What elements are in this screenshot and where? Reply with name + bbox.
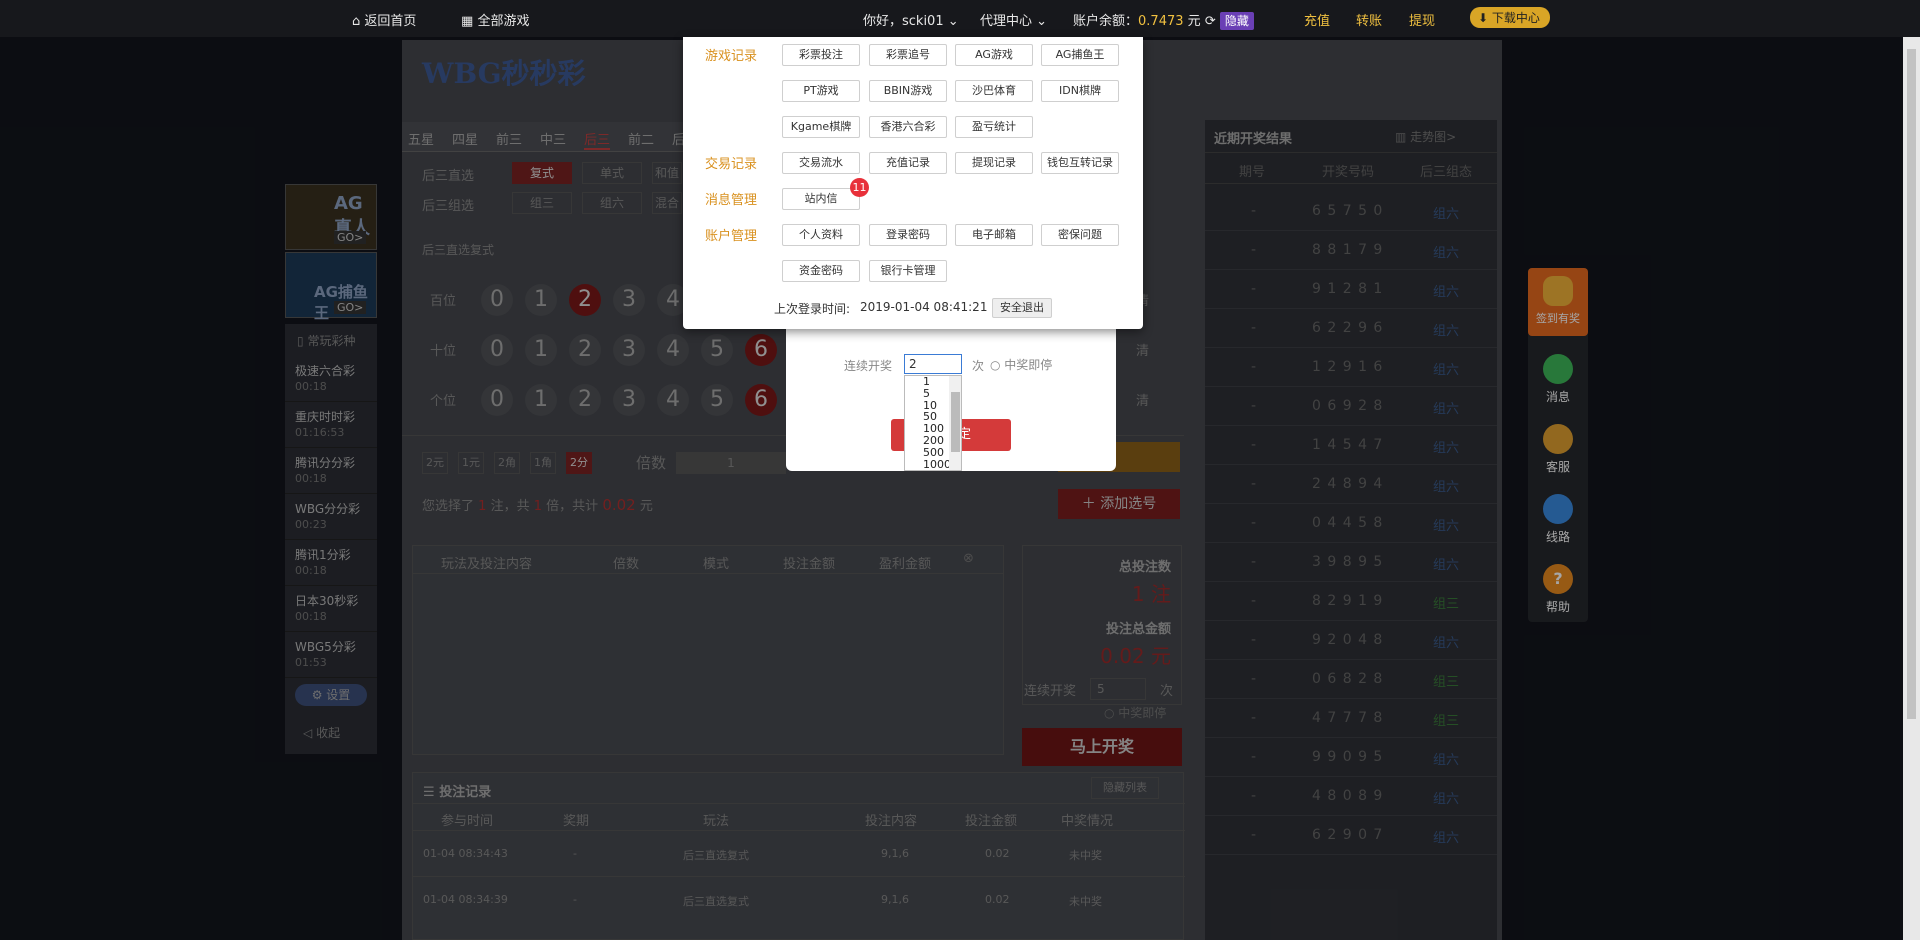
menu-item[interactable]: 密保问题 (1041, 224, 1119, 246)
unread-badge: 11 (850, 178, 869, 197)
user-menu[interactable]: 你好，scki01 ⌄ (863, 10, 959, 29)
menu-item[interactable]: AG游戏 (955, 44, 1033, 66)
refresh-icon[interactable]: ⟳ (1205, 14, 1216, 29)
user-dropdown-menu: 游戏记录 交易记录 消息管理 账户管理 彩票投注 彩票追号 AG游戏 AG捕鱼王 PT游… (683, 37, 1143, 329)
download-center-button[interactable]: ⬇ 下载中心 (1470, 7, 1550, 28)
all-games-link[interactable]: ▦ 全部游戏 (461, 10, 529, 29)
cont-options-list[interactable]: 1 5 10 50 100 200 500 1000 (904, 375, 962, 471)
withdraw-link[interactable]: 提现 (1409, 10, 1435, 29)
chevron-down-icon: ⌄ (947, 14, 959, 29)
cont-count-input[interactable]: 2 (904, 354, 962, 374)
account-mgmt-label: 账户管理 (705, 229, 758, 244)
chevron-down-icon: ⌄ (1036, 14, 1048, 29)
menu-item[interactable]: IDN棋牌 (1041, 80, 1119, 102)
scrollbar-thumb[interactable] (1907, 49, 1916, 719)
download-icon: ⬇ (1478, 11, 1489, 25)
game-records-label: 游戏记录 (705, 49, 758, 64)
recharge-link[interactable]: 充值 (1304, 10, 1330, 29)
logout-button[interactable]: 安全退出 (992, 298, 1052, 318)
menu-item[interactable]: 个人资料 (782, 224, 860, 246)
menu-item[interactable]: 电子邮箱 (955, 224, 1033, 246)
menu-item[interactable]: BBIN游戏 (869, 80, 947, 102)
menu-item[interactable]: 登录密码 (869, 224, 947, 246)
grid-icon: ▦ (461, 14, 474, 29)
menu-item[interactable]: 银行卡管理 (869, 260, 947, 282)
menu-item[interactable]: 沙巴体育 (955, 80, 1033, 102)
modal-unit: 次 (972, 359, 985, 373)
top-bar: ⌂ 返回首页 ▦ 全部游戏 你好，scki01 ⌄ 代理中心 ⌄ 账户余额：0.… (0, 0, 1920, 37)
modal-cont-label: 连续开奖 (844, 359, 893, 373)
hide-balance-button[interactable]: 隐藏 (1219, 12, 1254, 30)
list-scrollbar[interactable] (949, 376, 961, 470)
menu-item[interactable]: 彩票追号 (869, 44, 947, 66)
message-mgmt-label: 消息管理 (705, 193, 758, 208)
home-icon: ⌂ (352, 14, 361, 29)
balance: 账户余额：0.7473 元 ⟳ 隐藏 (1073, 10, 1254, 30)
menu-item[interactable]: 站内信 (782, 188, 860, 210)
menu-item[interactable]: PT游戏 (782, 80, 860, 102)
transfer-link[interactable]: 转账 (1356, 10, 1382, 29)
scrollbar[interactable] (1903, 37, 1920, 940)
menu-item[interactable]: 盈亏统计 (955, 116, 1033, 138)
menu-item[interactable]: 钱包互转记录 (1041, 152, 1119, 174)
menu-item[interactable]: Kgame棋牌 (782, 116, 860, 138)
menu-item[interactable]: 资金密码 (782, 260, 860, 282)
trade-records-label: 交易记录 (705, 157, 758, 172)
last-login-time: 2019-01-04 08:41:21 (860, 300, 988, 314)
home-link[interactable]: ⌂ 返回首页 (352, 10, 416, 29)
menu-item[interactable]: 交易流水 (782, 152, 860, 174)
modal-stop-check[interactable]: ○ 中奖即停 (990, 356, 1052, 373)
agent-center-link[interactable]: 代理中心 ⌄ (980, 10, 1047, 29)
menu-item[interactable]: 充值记录 (869, 152, 947, 174)
menu-item[interactable]: 彩票投注 (782, 44, 860, 66)
menu-item[interactable]: 香港六合彩 (869, 116, 947, 138)
menu-item[interactable]: 提现记录 (955, 152, 1033, 174)
last-login-label: 上次登录时间: (774, 302, 851, 316)
menu-item[interactable]: AG捕鱼王 (1041, 44, 1119, 66)
